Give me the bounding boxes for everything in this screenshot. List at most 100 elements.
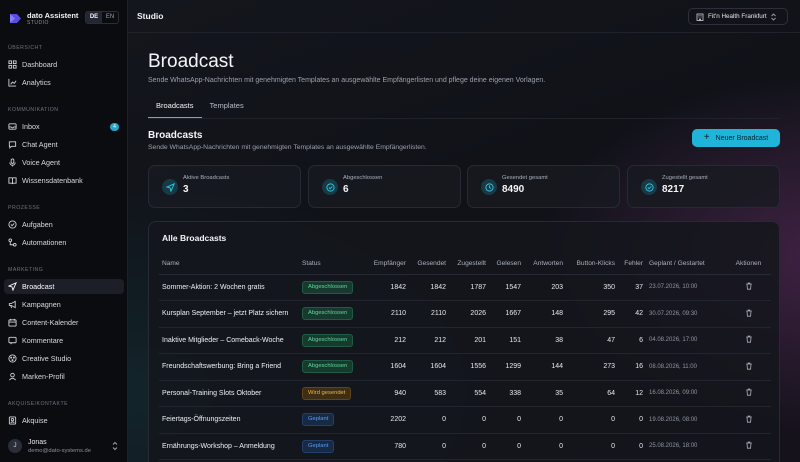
table-row[interactable]: Feiertags-Öffnungszeiten Geplant 2202 0 …	[159, 406, 771, 434]
column-header[interactable]: Empfänger	[367, 254, 409, 275]
cell-sent: 2110	[409, 300, 449, 328]
cell-recipients: 780	[367, 433, 409, 460]
sidebar-item-chat-agent[interactable]: Chat Agent	[4, 137, 124, 152]
stat-card-delivered: Zugestellt gesamt 8217	[627, 165, 780, 208]
column-header[interactable]: Antworten	[524, 254, 566, 275]
status-badge: Wird gesendet	[302, 386, 352, 400]
cell-date: 08.08.2026, 11:00	[646, 353, 726, 381]
send-icon	[165, 182, 175, 192]
cell-date: 25.08.2026, 18:00	[646, 433, 726, 460]
new-broadcast-button[interactable]: + Neuer Broadcast	[692, 129, 780, 147]
brand-logo-icon	[10, 14, 21, 23]
sidebar-item-voice-agent[interactable]: Voice Agent	[4, 155, 124, 170]
cell-read: 151	[489, 327, 524, 354]
sidebar-item-dashboard[interactable]: Dashboard	[4, 57, 124, 72]
column-header[interactable]: Fehler	[618, 254, 646, 275]
sidebar-item-knowledge-base[interactable]: Wissensdatenbank	[4, 173, 124, 188]
trash-icon[interactable]	[745, 415, 753, 423]
status-badge: Abgeschlossen	[302, 307, 354, 321]
cell-recipients: 1842	[367, 274, 409, 301]
cell-replies: 0	[524, 406, 566, 434]
cell-errors: 42	[618, 300, 646, 328]
table-row[interactable]: Sommer-Aktion: 2 Wochen gratis Abgeschlo…	[159, 274, 771, 301]
user-menu[interactable]: J Jonas demo@dato-systems.de	[8, 436, 122, 456]
column-header[interactable]: Gelesen	[489, 254, 524, 275]
section-marketing: MARKETING	[8, 267, 44, 273]
cell-delivered: 1556	[449, 353, 489, 381]
sidebar-item-broadcast[interactable]: Broadcast	[4, 279, 124, 294]
tab-divider	[148, 118, 780, 119]
calendar-icon	[8, 318, 17, 327]
tab-broadcasts[interactable]: Broadcasts	[148, 98, 202, 118]
table-row[interactable]: Kursplan September – jetzt Platz sichern…	[159, 300, 771, 328]
cell-sent: 1842	[409, 274, 449, 301]
stat-card-sent: Gesendet gesamt 8490	[467, 165, 620, 208]
column-header[interactable]: Button-Klicks	[566, 254, 618, 275]
sidebar-item-label: Dashboard	[22, 60, 58, 69]
chat-bubble-icon	[8, 141, 17, 149]
sidebar-item-label: Automationen	[22, 238, 67, 247]
cell-read: 1667	[489, 300, 524, 328]
sidebar-item-creative-studio[interactable]: Creative Studio	[4, 351, 124, 366]
column-header[interactable]: Name	[159, 254, 299, 275]
section-communication: KOMMUNIKATION	[8, 107, 59, 113]
sidebar-item-brand-profile[interactable]: Marken-Profil	[4, 369, 124, 384]
brand-profile-icon	[9, 372, 16, 381]
sidebar-item-inbox[interactable]: Inbox 4	[4, 119, 124, 134]
sidebar-item-campaigns[interactable]: Kampagnen	[4, 297, 124, 312]
stat-label: Abgeschlossen	[343, 175, 383, 181]
cell-errors: 6	[618, 327, 646, 354]
workflow-icon	[8, 238, 17, 247]
lang-de-button[interactable]: DE	[86, 12, 102, 23]
stat-label: Gesendet gesamt	[502, 175, 548, 181]
status-badge: Geplant	[302, 413, 335, 427]
megaphone-icon	[8, 300, 16, 309]
trash-icon[interactable]	[745, 309, 753, 317]
trash-icon[interactable]	[745, 282, 753, 290]
cell-errors: 12	[618, 380, 646, 407]
sidebar-item-analytics[interactable]: Analytics	[4, 75, 124, 90]
sidebar-item-acquisition[interactable]: Akquise	[4, 413, 124, 428]
column-header[interactable]: Geplant / Gestartet	[646, 254, 726, 275]
cell-name: Feiertags-Öffnungszeiten	[159, 406, 299, 434]
sidebar-item-content-calendar[interactable]: Content-Kalender	[4, 315, 124, 330]
table-row[interactable]: Ernährungs-Workshop – Anmeldung Geplant …	[159, 433, 771, 460]
trash-icon[interactable]	[745, 335, 753, 343]
brand[interactable]: dato Assistent STUDIO	[9, 11, 78, 26]
studio-selector[interactable]: Fit'n Health Frankfurt	[688, 8, 788, 25]
cell-clicks: 0	[566, 433, 618, 460]
book-icon	[8, 177, 17, 185]
lang-en-button[interactable]: EN	[102, 12, 118, 23]
table-row[interactable]: Inaktive Mitglieder – Comeback-Woche Abg…	[159, 327, 771, 354]
column-header[interactable]: Zugestellt	[449, 254, 489, 275]
send-icon	[8, 282, 17, 291]
check-circle-icon	[644, 182, 654, 192]
stat-value: 8217	[662, 184, 685, 195]
stat-card-completed: Abgeschlossen 6	[308, 165, 461, 208]
table-row[interactable]: Freundschaftswerbung: Bring a Friend Abg…	[159, 353, 771, 381]
trash-icon[interactable]	[745, 388, 753, 396]
new-broadcast-label: Neuer Broadcast	[715, 134, 769, 142]
section-overview: ÜBERSICHT	[8, 45, 43, 51]
table-header-row: Name Status Empfänger Gesendet Zugestell…	[159, 254, 771, 275]
cell-delivered: 0	[449, 433, 489, 460]
sidebar-item-automations[interactable]: Automationen	[4, 235, 124, 250]
trash-icon[interactable]	[745, 362, 753, 370]
sidebar-item-comments[interactable]: Kommentare	[4, 333, 124, 348]
tab-templates[interactable]: Templates	[202, 98, 252, 118]
cell-replies: 148	[524, 300, 566, 328]
microphone-icon	[9, 158, 16, 167]
cell-sent: 212	[409, 327, 449, 354]
chevron-up-down-icon	[112, 441, 118, 451]
stat-card-active: Aktive Broadcasts 3	[148, 165, 301, 208]
section-subtitle: Sende WhatsApp-Nachrichten mit genehmigt…	[148, 144, 427, 151]
trash-icon[interactable]	[745, 441, 753, 449]
table-row[interactable]: Personal-Training Slots Oktober Wird ges…	[159, 380, 771, 407]
column-header[interactable]: Status	[299, 254, 367, 275]
stat-label: Zugestellt gesamt	[662, 175, 708, 181]
cell-read: 1299	[489, 353, 524, 381]
sidebar-item-tasks[interactable]: Aufgaben	[4, 217, 124, 232]
sidebar: dato Assistent STUDIO DE EN ÜBERSICHT Da…	[0, 0, 128, 462]
column-header[interactable]: Gesendet	[409, 254, 449, 275]
broadcast-table: Name Status Empfänger Gesendet Zugestell…	[159, 254, 771, 460]
